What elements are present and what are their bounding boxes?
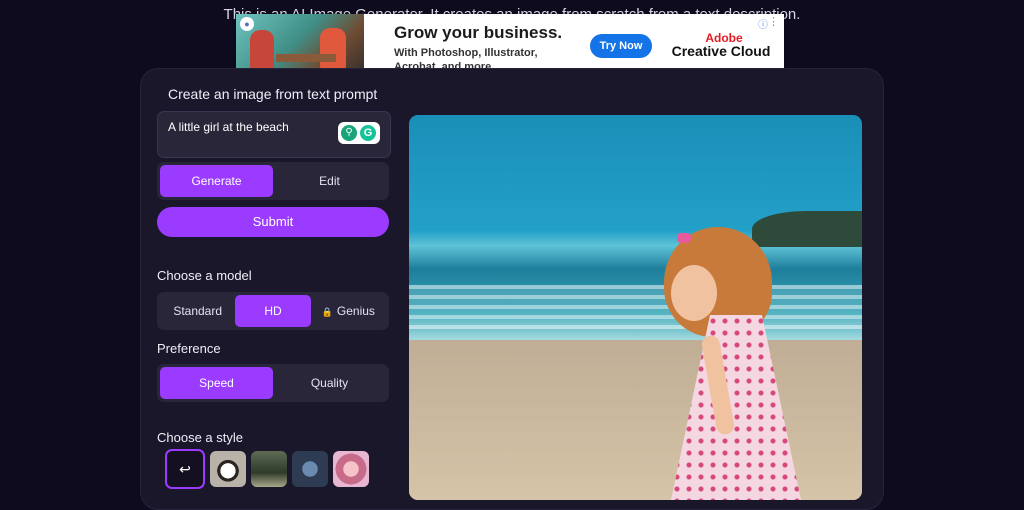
model-standard[interactable]: Standard bbox=[160, 295, 235, 327]
model-genius[interactable]: 🔒 Genius bbox=[311, 295, 386, 327]
preference-quality[interactable]: Quality bbox=[273, 367, 386, 399]
style-forest[interactable] bbox=[251, 451, 287, 487]
grammarly-icon[interactable]: G bbox=[360, 125, 376, 141]
avatar-icon: ● bbox=[240, 17, 254, 31]
style-label: Choose a style bbox=[157, 430, 243, 445]
ad-headline: Grow your business. bbox=[394, 23, 563, 42]
location-pin-icon[interactable]: ⚲ bbox=[341, 125, 357, 141]
ad-brand-creative-cloud: Creative Cloud bbox=[671, 43, 771, 59]
model-hd[interactable]: HD bbox=[235, 295, 311, 327]
style-panda[interactable] bbox=[210, 451, 246, 487]
ad-try-now-button[interactable]: Try Now bbox=[590, 34, 652, 58]
model-label: Choose a model bbox=[157, 268, 252, 283]
generated-image bbox=[409, 115, 862, 500]
extension-badges[interactable]: ⚲ G bbox=[338, 122, 380, 144]
prompt-input[interactable]: A little girl at the beach ⚲ G bbox=[157, 111, 391, 158]
style-anime-girl[interactable] bbox=[333, 451, 369, 487]
style-none[interactable]: ↩ bbox=[165, 449, 205, 489]
style-list: ↩ bbox=[165, 449, 369, 489]
tab-edit[interactable]: Edit bbox=[273, 165, 386, 197]
tab-generate[interactable]: Generate bbox=[160, 165, 273, 197]
preference-selector: Speed Quality bbox=[157, 364, 389, 402]
preference-label: Preference bbox=[157, 341, 221, 356]
style-robot[interactable] bbox=[292, 451, 328, 487]
submit-button[interactable]: Submit bbox=[157, 207, 389, 237]
lock-icon: 🔒 bbox=[321, 307, 333, 317]
model-genius-label: Genius bbox=[336, 304, 375, 318]
info-icon[interactable]: ⓘ bbox=[758, 16, 768, 31]
mode-toggle: Generate Edit bbox=[157, 162, 389, 200]
panel-heading: Create an image from text prompt bbox=[168, 86, 378, 102]
kebab-menu-icon[interactable]: ⋮ bbox=[768, 15, 779, 28]
preference-speed[interactable]: Speed bbox=[160, 367, 273, 399]
model-selector: Standard HD 🔒 Genius bbox=[157, 292, 389, 330]
no-style-icon: ↩ bbox=[179, 461, 191, 477]
prompt-value[interactable]: A little girl at the beach bbox=[168, 120, 289, 134]
